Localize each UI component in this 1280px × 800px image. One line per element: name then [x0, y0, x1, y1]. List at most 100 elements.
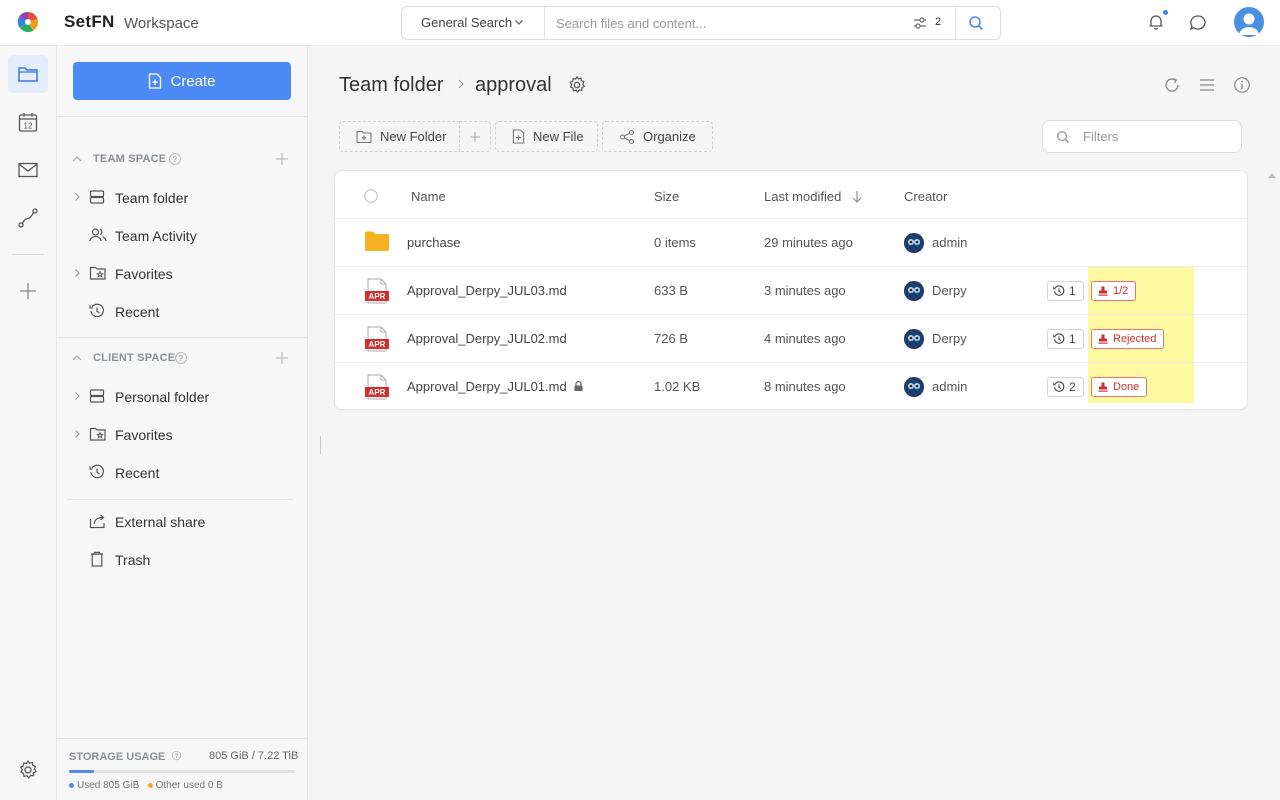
app-logo-icon[interactable] — [17, 11, 39, 33]
approval-status-badge[interactable]: Done — [1091, 377, 1148, 397]
approval-file-icon: APR — [365, 374, 389, 400]
table-row[interactable]: APR Approval_Derpy_JUL03.md 633 B 3 minu… — [335, 267, 1247, 315]
version-badge[interactable]: 1 — [1047, 329, 1084, 349]
column-header-last-modified[interactable]: Last modified — [764, 189, 863, 204]
rail-files-button[interactable] — [8, 55, 48, 93]
creator-avatar — [904, 377, 924, 397]
main-content: Team folder approval New Folder New File… — [308, 46, 1280, 800]
search-scope-select[interactable]: General Search — [402, 7, 545, 39]
sidebar-item-label: Team Activity — [115, 228, 197, 244]
other-dot — [147, 782, 153, 788]
notification-dot — [1163, 10, 1168, 15]
sidebar-item-team-favorites[interactable]: Favorites — [71, 259, 293, 289]
new-file-button[interactable]: New File — [495, 121, 598, 152]
organize-label: Organize — [643, 129, 696, 144]
sidebar-item-label: External share — [115, 514, 206, 530]
column-header-name[interactable]: Name — [411, 189, 446, 204]
stamp-icon — [1098, 286, 1108, 296]
sidebar-item-client-recent[interactable]: Recent — [71, 458, 293, 488]
chevron-right-icon[interactable] — [72, 192, 82, 202]
sidebar-item-external-share[interactable]: External share — [71, 507, 293, 537]
search-input[interactable] — [556, 14, 896, 32]
folder-star-icon — [89, 266, 106, 280]
sidebar-item-team-recent[interactable]: Recent — [71, 297, 293, 327]
approval-status-badge[interactable]: 1/2 — [1091, 281, 1137, 301]
rail-add-button[interactable] — [8, 272, 48, 310]
folder-icon — [365, 231, 389, 251]
column-header-size[interactable]: Size — [654, 189, 679, 204]
user-avatar[interactable] — [1234, 7, 1264, 37]
file-creator: admin — [932, 235, 968, 250]
file-name[interactable]: purchase — [407, 235, 460, 250]
rail-calendar-button[interactable]: 12 — [8, 103, 48, 141]
search-icon — [1057, 131, 1070, 144]
folder-settings-gear-icon[interactable] — [567, 75, 587, 95]
chevron-right-icon[interactable] — [72, 429, 82, 439]
brand-name: SetFN — [64, 12, 115, 31]
avatar-image — [904, 233, 924, 253]
filters-box — [1042, 120, 1242, 153]
file-name[interactable]: Approval_Derpy_JUL03.md — [407, 283, 567, 298]
chevron-right-icon[interactable] — [72, 391, 82, 401]
share-icon — [89, 514, 105, 529]
sidebar-item-trash[interactable]: Trash — [71, 545, 293, 575]
file-name[interactable]: Approval_Derpy_JUL01.md — [407, 379, 583, 394]
version-count: 1 — [1069, 284, 1076, 298]
sidebar-item-team-folder[interactable]: Team folder — [71, 183, 293, 213]
storage-legend: Used 805 GiB Other used 0 B — [69, 780, 223, 791]
chat-icon[interactable] — [1189, 14, 1207, 32]
bell-icon[interactable] — [1147, 13, 1165, 31]
rail-settings-button[interactable] — [8, 751, 48, 789]
sidebar-item-team-activity[interactable]: Team Activity — [71, 221, 293, 251]
refresh-icon[interactable] — [1163, 76, 1181, 94]
help-icon[interactable]: ? — [171, 750, 182, 761]
search-icon[interactable] — [968, 15, 984, 31]
select-all-checkbox[interactable] — [364, 189, 378, 203]
create-button[interactable]: Create — [73, 62, 291, 100]
sidebar-item-label: Team folder — [115, 190, 189, 206]
sidebar-item-label: Favorites — [115, 266, 173, 282]
sidebar-item-label: Personal folder — [115, 389, 210, 405]
rail-mail-button[interactable] — [8, 151, 48, 189]
chevron-down-icon — [515, 20, 523, 25]
table-row[interactable]: APR Approval_Derpy_JUL02.md 726 B 4 minu… — [335, 315, 1247, 363]
help-icon[interactable]: ? — [174, 351, 188, 365]
new-folder-button[interactable]: New Folder — [339, 121, 459, 152]
table-row[interactable]: purchase 0 items 29 minutes ago admin — [335, 219, 1247, 267]
column-header-creator[interactable]: Creator — [904, 189, 947, 204]
table-row[interactable]: APR Approval_Derpy_JUL01.md 1.02 KB 8 mi… — [335, 363, 1247, 409]
rail-workflow-button[interactable] — [8, 199, 48, 237]
help-icon[interactable]: ? — [168, 152, 182, 166]
chevron-right-icon[interactable] — [72, 268, 82, 278]
list-view-icon[interactable] — [1198, 76, 1216, 94]
file-name-text: Approval_Derpy_JUL01.md — [407, 379, 567, 394]
avatar-image — [904, 329, 924, 349]
file-name[interactable]: Approval_Derpy_JUL02.md — [407, 331, 567, 346]
client-space-add-icon[interactable] — [275, 351, 289, 365]
apr-badge: APR — [369, 292, 386, 301]
apr-badge: APR — [369, 388, 386, 397]
approval-status: Rejected — [1113, 333, 1157, 345]
breadcrumb-team-folder[interactable]: Team folder — [339, 74, 444, 97]
filters-input[interactable] — [1083, 129, 1233, 144]
file-creator: admin — [932, 379, 968, 394]
pane-resize-handle[interactable] — [320, 436, 321, 454]
sidebar-item-client-favorites[interactable]: Favorites — [71, 420, 293, 450]
organize-button[interactable]: Organize — [602, 121, 713, 152]
team-space-add-icon[interactable] — [275, 152, 289, 166]
info-icon[interactable] — [1233, 76, 1251, 94]
svg-text:?: ? — [178, 354, 183, 363]
team-space-section[interactable]: TEAM SPACE ? — [71, 153, 271, 167]
chevron-up-icon — [72, 355, 82, 361]
client-space-section[interactable]: CLIENT SPACE ? — [71, 352, 271, 366]
version-badge[interactable]: 2 — [1047, 377, 1084, 397]
sidebar-item-personal-folder[interactable]: Personal folder — [71, 382, 293, 412]
approval-status-badge[interactable]: Rejected — [1091, 329, 1165, 349]
scroll-up-arrow-icon[interactable] — [1268, 172, 1276, 178]
new-folder-more-button[interactable] — [459, 121, 491, 152]
breadcrumb-approval[interactable]: approval — [475, 74, 552, 97]
plus-icon — [470, 131, 480, 142]
sliders-icon[interactable] — [913, 16, 927, 30]
version-badge[interactable]: 1 — [1047, 281, 1084, 301]
file-modified: 4 minutes ago — [764, 331, 846, 346]
